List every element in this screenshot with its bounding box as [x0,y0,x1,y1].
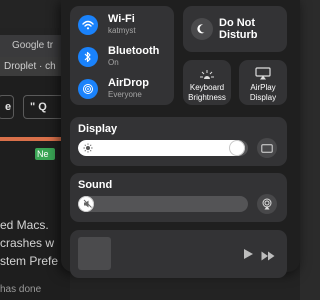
bluetooth-toggle[interactable]: Bluetooth On [78,44,159,70]
sun-icon [82,142,94,154]
dnd-label-line1: Do Not [219,17,256,29]
speaker-muted-icon [82,198,94,210]
airdrop-status: Everyone [108,90,142,99]
play-icon [244,249,253,259]
airplay-display-button[interactable]: AirPlay Display [239,60,287,105]
toolbar-button[interactable]: e [0,95,14,119]
article-text-line: has done [0,284,42,295]
airplay-display-label-line1: AirPlay [250,83,276,92]
play-button[interactable] [242,247,254,265]
airplay-display-label-line2: Display [249,93,277,102]
fast-forward-icon [261,251,275,261]
bluetooth-title: Bluetooth [108,45,160,57]
airplay-audio-icon [262,198,272,210]
airdrop-title: AirDrop [108,77,149,89]
sound-tile: Sound [70,173,287,222]
article-text-line: ed Macs. [0,218,49,232]
album-art-placeholder [78,237,111,270]
browser-tab[interactable]: Google tr [0,35,70,57]
sound-volume-slider[interactable] [78,196,248,212]
display-tile: Display [70,117,287,166]
now-playing-tile [70,230,287,278]
sound-title: Sound [78,179,113,191]
display-settings-button[interactable] [257,138,277,158]
display-brightness-slider[interactable] [78,140,248,156]
moon-icon [191,18,213,40]
wifi-icon [78,15,98,35]
control-center-panel: Wi-Fi katmyst Bluetooth On AirDrop Every… [61,0,300,278]
keyboard-brightness-label-line1: Keyboard [189,83,225,92]
bluetooth-status: On [108,58,119,67]
dnd-label-line2: Disturb [219,29,258,41]
monitor-icon [261,143,273,153]
keyboard-brightness-label-line2: Brightness [188,93,226,102]
airdrop-icon [78,79,98,99]
network-tile: Wi-Fi katmyst Bluetooth On AirDrop Every… [70,6,174,105]
article-text-line: crashes w [0,236,55,250]
new-badge: Ne [35,148,55,160]
airplay-audio-button[interactable] [257,194,277,214]
airdrop-toggle[interactable]: AirDrop Everyone [78,76,149,102]
wifi-title: Wi-Fi [108,13,135,25]
next-track-button[interactable] [261,248,275,266]
display-brightness-fill [78,140,245,156]
bookmark-strip[interactable]: Droplet · ch [0,57,70,76]
bluetooth-icon [78,47,98,67]
display-title: Display [78,123,118,135]
wifi-toggle[interactable]: Wi-Fi katmyst [78,12,136,38]
keyboard-brightness-button[interactable]: Keyboard Brightness [183,60,231,105]
article-text-line: stem Prefe [0,254,59,268]
display-slider-knob[interactable] [229,140,245,156]
do-not-disturb-toggle[interactable]: Do Not Disturb [183,6,287,52]
wifi-network-name: katmyst [108,26,136,35]
accent-bar [0,137,70,141]
